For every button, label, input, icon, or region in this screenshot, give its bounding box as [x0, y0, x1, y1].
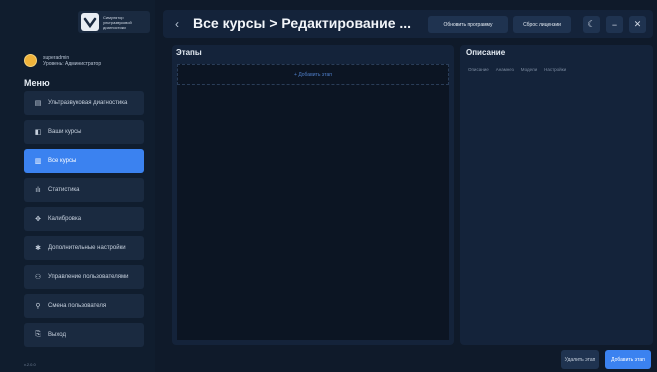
gear-icon: ✱: [35, 245, 41, 252]
logo-text: Симулятор ультразвуковой диагностики: [103, 15, 132, 30]
description-tabs: Описание Анамнез Модели Настройки: [468, 67, 566, 72]
description-panel: Описание Описание Анамнез Модели Настрой…: [460, 45, 653, 345]
close-button[interactable]: ✕: [629, 16, 646, 33]
sidebar-menu: ▤ Ультразвуковая диагностика ◧ Ваши курс…: [24, 91, 144, 352]
sidebar-item-label: Смена пользователя: [48, 303, 107, 309]
sidebar-item-switch-user[interactable]: ⚲ Смена пользователя: [24, 294, 144, 318]
sidebar: Симулятор ультразвуковой диагностики sup…: [0, 0, 155, 372]
sidebar-item-label: Ультразвуковая диагностика: [48, 100, 128, 106]
sidebar-item-label: Все курсы: [48, 158, 77, 164]
tab-settings[interactable]: Настройки: [544, 67, 566, 72]
user-icon: ⚲: [35, 303, 41, 310]
version-label: v.2.0.0: [24, 362, 36, 367]
chevron-left-icon: ‹: [175, 17, 179, 31]
add-stage-inline-button[interactable]: + Добавить этап: [177, 64, 449, 85]
user-role: Уровень: Администратор: [43, 60, 102, 67]
theme-toggle-button[interactable]: ☾: [583, 16, 600, 33]
logo-line: диагностики: [103, 24, 126, 30]
sidebar-item-your-courses[interactable]: ◧ Ваши курсы: [24, 120, 144, 144]
reset-license-button[interactable]: Сброс лицензии: [513, 16, 571, 33]
book-icon: ◧: [34, 129, 42, 136]
sidebar-item-user-management[interactable]: ⚇ Управление пользователями: [24, 265, 144, 289]
stages-list: + Добавить этап: [177, 64, 449, 340]
sidebar-item-label: Статистика: [48, 187, 80, 193]
stages-title: Этапы: [176, 48, 202, 57]
sidebar-item-ultrasound[interactable]: ▤ Ультразвуковая диагностика: [24, 91, 144, 115]
add-stage-button[interactable]: Добавить этап: [605, 350, 651, 369]
sidebar-item-label: Дополнительные настройки: [48, 245, 126, 251]
minimize-icon: −: [611, 19, 618, 30]
sidebar-item-exit[interactable]: ⎘ Выход: [24, 323, 144, 347]
sidebar-item-label: Калибровка: [48, 216, 82, 222]
close-icon: ✕: [633, 19, 642, 29]
description-title: Описание: [466, 48, 506, 57]
user-info: superadmin Уровень: Администратор: [24, 54, 101, 67]
menu-title: Меню: [24, 78, 50, 88]
probe-icon: ▤: [34, 100, 42, 107]
crosshair-icon: ✥: [35, 216, 41, 223]
sidebar-item-statistics[interactable]: ılı Статистика: [24, 178, 144, 202]
update-program-button[interactable]: Обновить программу: [428, 16, 508, 33]
tab-description[interactable]: Описание: [468, 67, 489, 72]
books-icon: ▥: [34, 158, 42, 165]
stages-panel: Этапы + Добавить этап: [172, 45, 454, 345]
tab-models[interactable]: Модели: [521, 67, 537, 72]
avatar: [24, 54, 37, 67]
sidebar-item-calibration[interactable]: ✥ Калибровка: [24, 207, 144, 231]
minimize-button[interactable]: −: [606, 16, 623, 33]
delete-stage-button[interactable]: Удалить этап: [561, 350, 599, 369]
page-title: Все курсы > Редактирование ...: [193, 15, 412, 31]
logo-icon: [81, 13, 99, 31]
app-logo: Симулятор ультразвуковой диагностики: [78, 11, 150, 33]
user-text: superadmin Уровень: Администратор: [43, 55, 101, 67]
sidebar-item-all-courses[interactable]: ▥ Все курсы: [24, 149, 144, 173]
users-icon: ⚇: [34, 274, 42, 281]
sidebar-item-settings[interactable]: ✱ Дополнительные настройки: [24, 236, 144, 260]
exit-icon: ⎘: [35, 331, 41, 338]
sidebar-item-label: Управление пользователями: [48, 274, 129, 280]
back-button[interactable]: ‹: [169, 15, 185, 33]
bar-chart-icon: ılı: [35, 186, 41, 194]
tab-anamnesis[interactable]: Анамнез: [496, 67, 514, 72]
sidebar-item-label: Выход: [48, 332, 66, 338]
sidebar-item-label: Ваши курсы: [48, 129, 82, 135]
header-bar: ‹ Все курсы > Редактирование ... Обновит…: [163, 10, 653, 38]
moon-icon: ☾: [587, 19, 596, 29]
